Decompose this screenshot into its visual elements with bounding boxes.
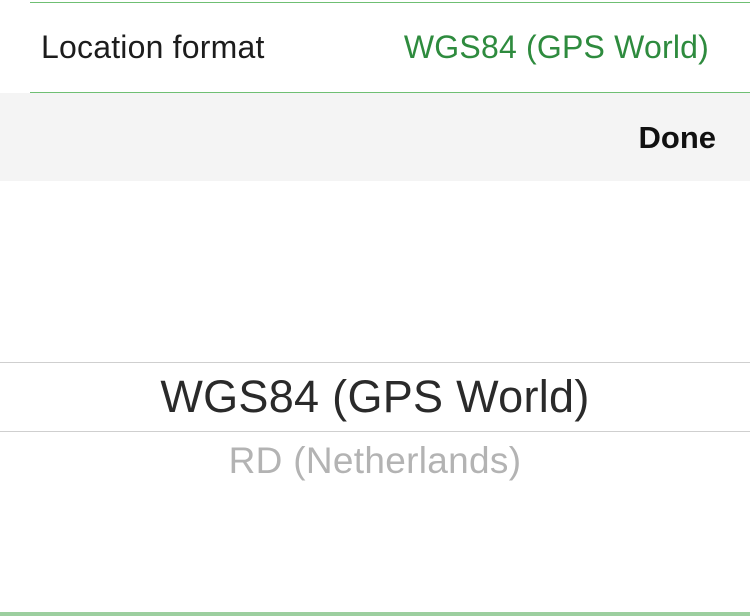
location-format-value: WGS84 (GPS World)	[403, 29, 709, 65]
picker-option-wgs84[interactable]: WGS84 (GPS World)	[0, 371, 750, 423]
location-format-label: Location format	[41, 29, 265, 65]
picker-selection-top-line	[0, 362, 750, 363]
location-format-row[interactable]: Location format WGS84 (GPS World)	[0, 0, 750, 93]
picker-selection-bottom-line	[0, 431, 750, 432]
row-top-divider	[30, 2, 750, 3]
bottom-divider	[0, 612, 750, 616]
picker-option-rd[interactable]: RD (Netherlands)	[0, 440, 750, 482]
picker-toolbar: Done	[0, 93, 750, 181]
done-button[interactable]: Done	[639, 120, 717, 156]
location-format-picker[interactable]: WGS84 (GPS World) RD (Netherlands)	[0, 181, 750, 613]
